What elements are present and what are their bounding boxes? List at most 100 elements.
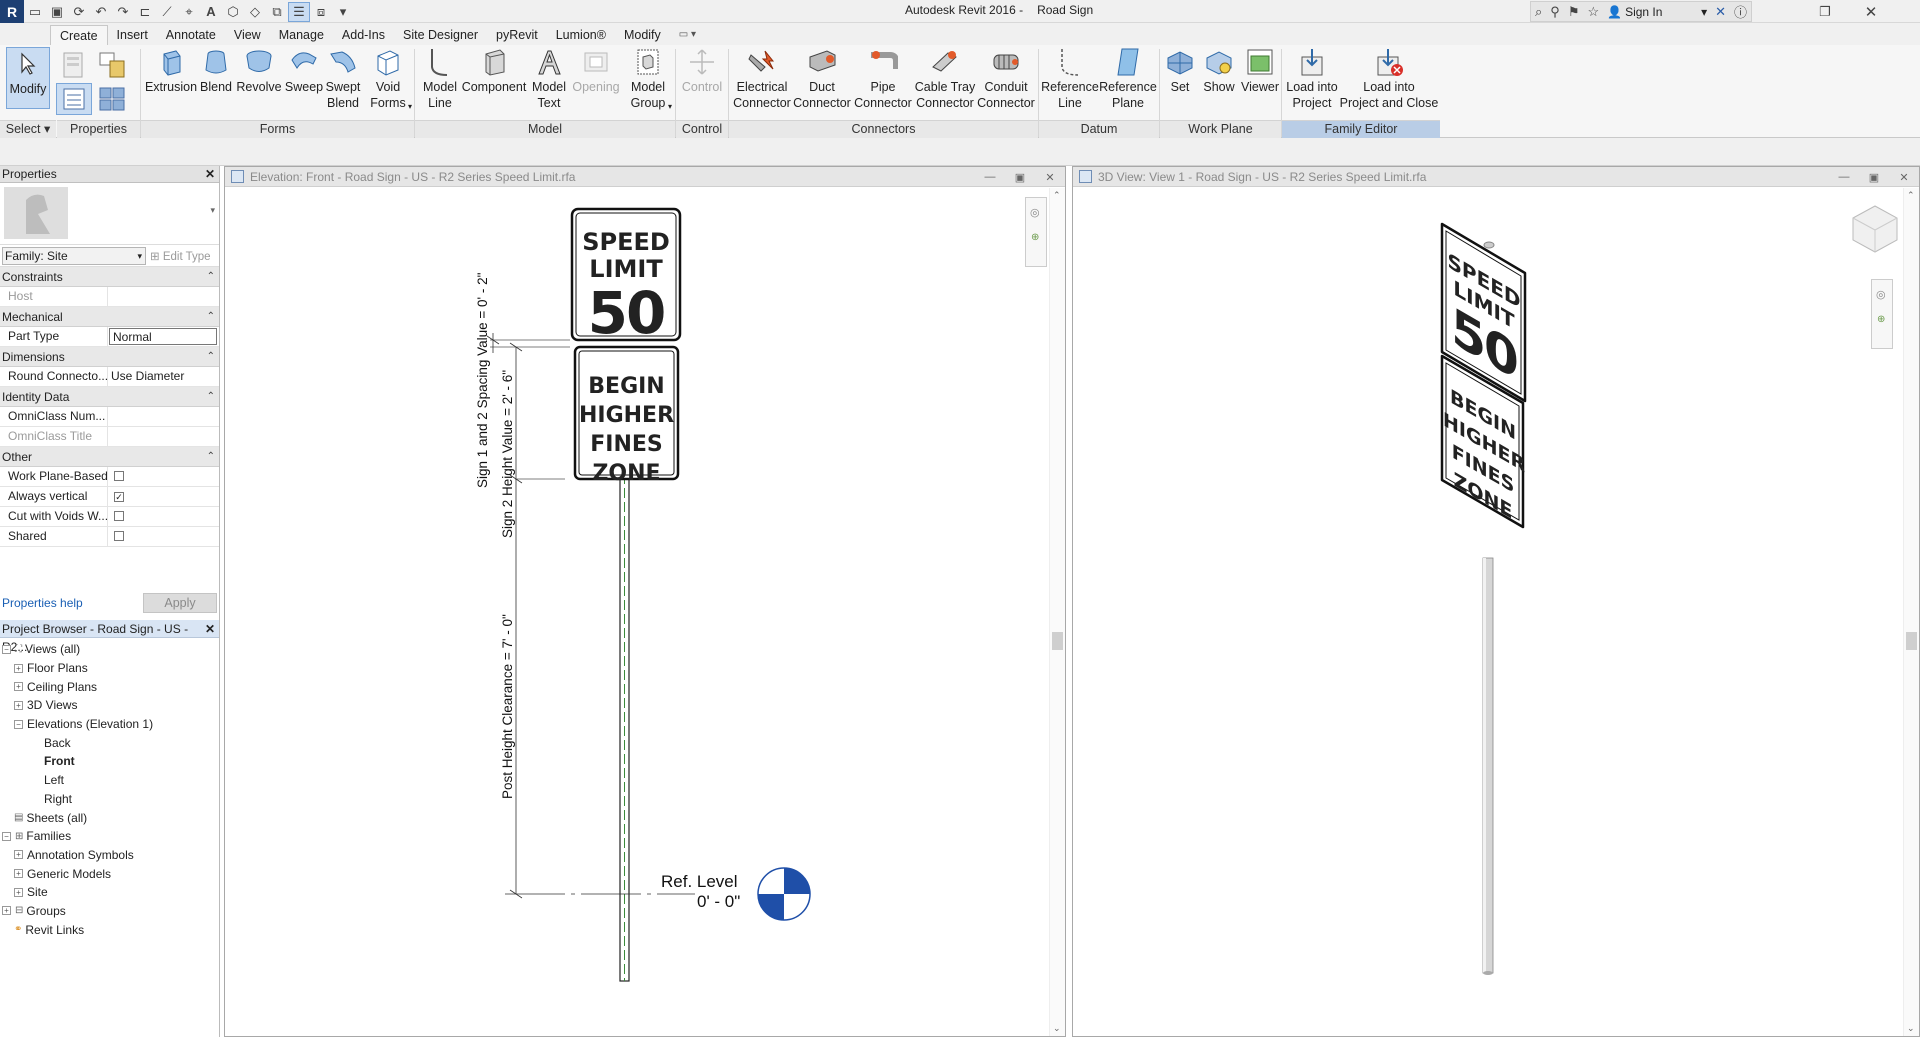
family-category-icon[interactable] (94, 49, 130, 81)
reference-line-button[interactable]: Reference Line (1041, 47, 1099, 111)
expand-icon[interactable]: + (14, 850, 23, 860)
shared-checkbox[interactable] (114, 531, 124, 541)
switch-windows-icon[interactable]: ⧈ (310, 2, 332, 22)
properties-toggle-icon[interactable] (56, 83, 92, 115)
extrusion-button[interactable]: Extrusion (145, 47, 197, 95)
expand-icon[interactable]: + (14, 663, 23, 673)
close-icon[interactable]: ✕ (205, 620, 215, 637)
tree-item-families[interactable]: − ⊞ Families (0, 827, 219, 846)
save-icon[interactable]: ▣ (46, 2, 68, 22)
dimension-icon[interactable]: ⟋ (156, 2, 178, 22)
tab-pyrevit[interactable]: pyRevit (487, 25, 547, 45)
component-button[interactable]: Component (462, 47, 526, 95)
tree-item-annotation-symbols[interactable]: + Annotation Symbols (0, 846, 219, 865)
favorites-star-icon[interactable]: ☆ (1587, 4, 1599, 20)
section-icon[interactable]: ◇ (244, 2, 266, 22)
post-clearance-dimension-label[interactable]: Post Height Clearance = 7' - 0" (500, 614, 515, 799)
chevron-down-icon[interactable]: ▾ (210, 205, 215, 216)
default-3d-icon[interactable]: ⬡ (222, 2, 244, 22)
subscription-icon[interactable]: ⚑ (1568, 4, 1580, 20)
round-connector-field[interactable]: Use Diameter (108, 367, 219, 386)
scroll-down-icon[interactable]: ⌄ (1053, 1023, 1061, 1034)
tree-item-sheets[interactable]: ▤ Sheets (all) (0, 808, 219, 827)
customize-qat-icon[interactable]: ▾ (332, 2, 354, 22)
collapse-icon[interactable]: ⌃ (207, 307, 215, 327)
scroll-up-icon[interactable]: ⌃ (1907, 190, 1915, 201)
tree-item-front[interactable]: Front (0, 752, 219, 771)
collapse-icon[interactable]: − (2, 831, 11, 841)
tree-item-site[interactable]: + Site (0, 883, 219, 902)
expand-icon[interactable]: + (14, 700, 23, 710)
collapse-icon[interactable]: ⌃ (207, 447, 215, 467)
scroll-down-icon[interactable]: ⌄ (1907, 1023, 1915, 1034)
redo-icon[interactable]: ↷ (112, 2, 134, 22)
ref-level-elevation[interactable]: 0' - 0" (697, 892, 740, 912)
3d-view-window[interactable]: 3D View: View 1 - Road Sign - US - R2 Se… (1072, 166, 1920, 1037)
expand-icon[interactable]: + (14, 682, 23, 692)
vertical-scrollbar[interactable]: ⌃ ⌄ (1903, 188, 1919, 1036)
electrical-connector-button[interactable]: Electrical Connector (732, 47, 792, 111)
work-plane-based-checkbox[interactable] (114, 471, 124, 481)
maximize-icon[interactable]: ▣ (1863, 169, 1885, 185)
ribbon-minimize-toggle[interactable]: ▭ ▾ (670, 25, 705, 45)
model-group-button[interactable]: Model Group ▾ (624, 47, 672, 111)
maximize-icon[interactable]: ▣ (1009, 169, 1031, 185)
collapse-icon[interactable]: − (14, 719, 23, 729)
tab-create[interactable]: Create (50, 25, 108, 45)
group-identity-data[interactable]: Identity Data ⌃ (0, 387, 219, 407)
sign-in-button[interactable]: 👤 Sign In ▾ (1607, 5, 1707, 19)
elevation-view-window[interactable]: Elevation: Front - Road Sign - US - R2 S… (224, 166, 1066, 1037)
tree-item-left[interactable]: Left (0, 771, 219, 790)
always-vertical-checkbox[interactable]: ✓ (114, 492, 124, 502)
tree-item-right[interactable]: Right (0, 790, 219, 809)
binoculars-icon[interactable]: ⚲ (1550, 4, 1560, 20)
restore-icon[interactable]: ❐ (1802, 0, 1848, 23)
load-into-project-button[interactable]: Load into Project (1284, 47, 1340, 111)
tag-icon[interactable]: ⌖ (178, 2, 200, 22)
conduit-connector-button[interactable]: Conduit Connector (977, 47, 1035, 111)
load-into-project-close-button[interactable]: Load into Project and Close (1340, 47, 1438, 111)
ref-level-label[interactable]: Ref. Level (661, 872, 738, 892)
revolve-button[interactable]: Revolve (236, 47, 282, 95)
type-selector[interactable]: ▾ (0, 183, 219, 245)
tree-item-revit-links[interactable]: ⚭ Revit Links (0, 920, 219, 939)
omniclass-number-field[interactable] (108, 407, 219, 426)
level-head-icon[interactable] (757, 867, 811, 921)
reference-plane-button[interactable]: Reference Plane (1099, 47, 1157, 111)
duct-connector-button[interactable]: Duct Connector (793, 47, 851, 111)
pipe-connector-button[interactable]: Pipe Connector (854, 47, 912, 111)
spacing-dimension-label[interactable]: Sign 1 and 2 Spacing Value = 0' - 2" (475, 273, 490, 488)
collapse-icon[interactable]: ⌃ (207, 347, 215, 367)
tab-modify[interactable]: Modify (615, 25, 670, 45)
set-work-plane-button[interactable]: Set (1164, 47, 1196, 95)
collapse-icon[interactable]: ⌃ (207, 387, 215, 407)
control-button[interactable]: Control (680, 47, 724, 95)
undo-icon[interactable]: ↶ (90, 2, 112, 22)
opening-button[interactable]: Opening (572, 47, 620, 95)
group-constraints[interactable]: Constraints ⌃ (0, 267, 219, 287)
expand-icon[interactable]: + (2, 906, 11, 916)
tab-add-ins[interactable]: Add-Ins (333, 25, 394, 45)
model-text-button[interactable]: Model Text (528, 47, 570, 111)
viewcube-icon[interactable] (1852, 205, 1898, 253)
measure-icon[interactable]: ⊏ (134, 2, 156, 22)
expand-icon[interactable]: + (14, 887, 23, 897)
thin-lines-icon[interactable]: ☰ (288, 1, 310, 22)
cable-tray-connector-button[interactable]: Cable Tray Connector (914, 47, 976, 111)
swept-blend-button[interactable]: Swept Blend (324, 47, 362, 111)
vertical-scrollbar[interactable]: ⌃ ⌄ (1049, 188, 1065, 1036)
expand-icon[interactable]: + (14, 869, 23, 879)
help-icon[interactable]: ⓘ (1734, 2, 1747, 21)
exchange-apps-icon[interactable]: ✕ (1715, 4, 1726, 20)
tree-item-generic-models[interactable]: + Generic Models (0, 864, 219, 883)
select-panel[interactable]: Select ▾ (0, 120, 56, 138)
sync-icon[interactable]: ⟳ (68, 2, 90, 22)
close-icon[interactable]: ✕ (1848, 0, 1894, 23)
minimize-icon[interactable]: ― (1833, 169, 1855, 185)
close-icon[interactable]: ✕ (1039, 169, 1061, 185)
family-dropdown[interactable]: Family: Site ▾ (2, 246, 146, 265)
properties-help-link[interactable]: Properties help (2, 596, 83, 610)
scrollbar-thumb[interactable] (1906, 632, 1917, 650)
apply-button[interactable]: Apply (143, 593, 217, 613)
tree-item-elevations[interactable]: − Elevations (Elevation 1) (0, 715, 219, 734)
